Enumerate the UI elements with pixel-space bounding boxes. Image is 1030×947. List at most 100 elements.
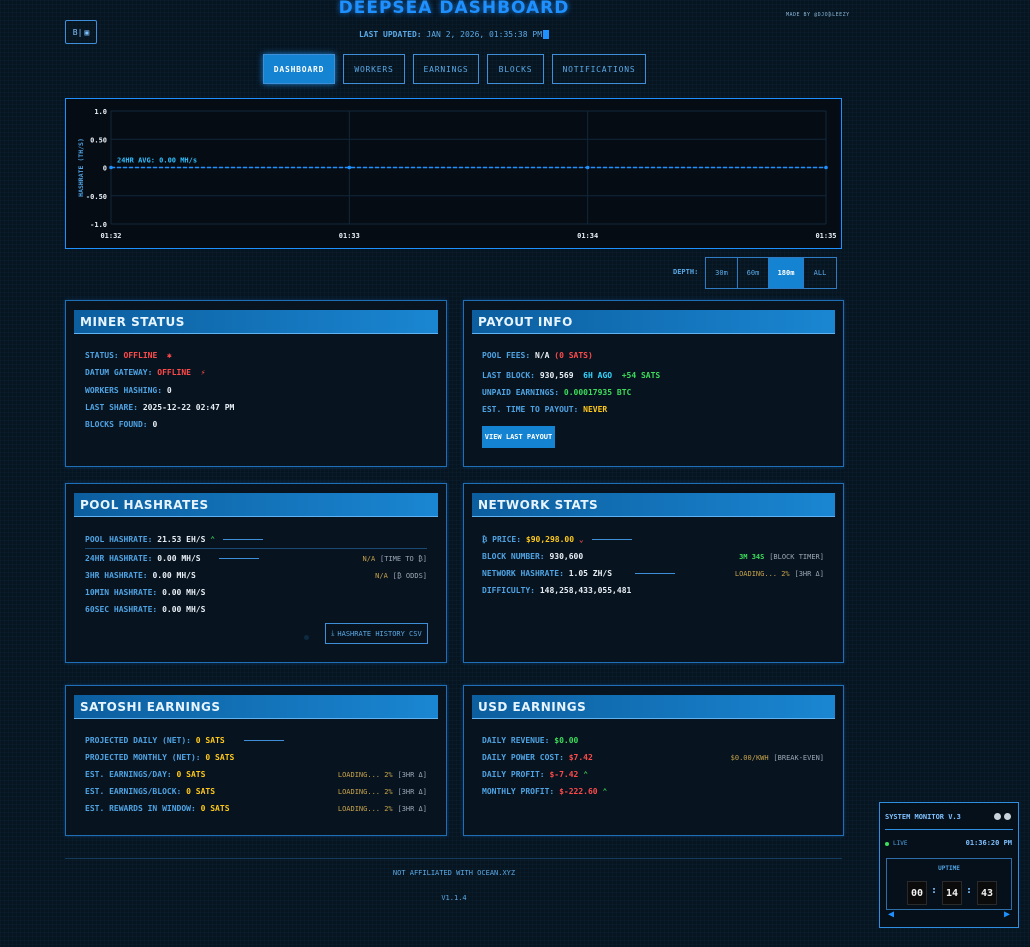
system-monitor-widget[interactable]: SYSTEM MONITOR V.3 LIVE 01:36:20 PM UPTI…	[879, 802, 1019, 928]
last-block-value: 930,569	[539, 371, 574, 380]
projected-monthly-value: 0 SATS	[205, 753, 235, 762]
pool-hashrate-sparkline	[223, 539, 264, 540]
depth-all-button[interactable]: ALL	[803, 257, 837, 289]
hashrate-24h-value: 0.00 MH/S	[157, 554, 201, 563]
uptime-minutes: 14	[942, 881, 962, 905]
hashrate-chart: 1.0 0.50 0 -0.50 -1.0 01:32 01:33 01:34 01:35 HAS…	[65, 98, 842, 249]
datum-gateway-label: DATUM GATEWAY:	[85, 368, 153, 377]
pool-hashrates-title: POOL HASHRATES	[74, 493, 438, 517]
network-hashrate-value: 1.05 ZH/S	[568, 569, 613, 578]
btc-price-value: $90,298.00	[525, 535, 575, 544]
offline-indicator-icon: ✱	[162, 351, 172, 360]
trend-up-icon: ⌃	[602, 787, 608, 796]
avg-annotation: 24HR AVG: 0.00 MH/s	[117, 157, 197, 165]
earnings-per-day-value: 0 SATS	[176, 770, 206, 779]
x-tick-label: 01:35	[815, 232, 836, 240]
last-block-label: LAST BLOCK:	[482, 371, 535, 380]
download-icon: ⤓	[331, 629, 335, 637]
payout-info-card: PAYOUT INFO POOL FEES: N/A (0 SATS) LAST…	[463, 300, 844, 467]
view-last-payout-button[interactable]: VIEW LAST PAYOUT	[482, 426, 555, 448]
power-cost-label: DAILY POWER COST:	[482, 753, 564, 762]
payout-info-title: PAYOUT INFO	[472, 310, 835, 334]
tab-blocks[interactable]: BLOCKS	[487, 54, 544, 84]
monthly-profit-value: $-222.60	[559, 787, 598, 796]
close-icon[interactable]	[1004, 813, 1011, 820]
blocks-found-label: BLOCKS FOUND:	[85, 420, 148, 429]
time-to-block-value: N/A	[362, 555, 376, 563]
colon: :	[966, 885, 973, 896]
network-loading: LOADING... 2%	[734, 570, 790, 578]
per-block-loading: LOADING... 2%	[337, 788, 393, 796]
tab-earnings[interactable]: EARNINGS	[413, 54, 479, 84]
earnings-per-day-label: EST. EARNINGS/DAY:	[85, 770, 172, 779]
y-axis-label: HASHRATE (TH/S)	[77, 138, 85, 197]
hashrate-csv-button[interactable]: ⤓ HASHRATE HISTORY CSV	[325, 623, 428, 644]
pool-hashrate-label: POOL HASHRATE:	[85, 535, 153, 544]
unpaid-earnings-value: 0.00017935 BTC	[563, 388, 632, 397]
hashrate-60s-value: 0.00 MH/S	[162, 605, 206, 614]
minimize-icon[interactable]	[994, 813, 1001, 820]
status-label: STATUS:	[85, 351, 119, 360]
hashrate-3h-label: 3HR HASHRATE:	[85, 571, 148, 580]
tab-notifications[interactable]: NOTIFICATIONS	[552, 54, 646, 84]
y-tick-label: 0	[103, 165, 107, 173]
hashrate-3h-value: 0.00 MH/S	[152, 571, 196, 580]
per-day-delta: [3HR Δ]	[397, 771, 427, 779]
network-hashrate-label: NETWORK HASHRATE:	[482, 569, 564, 578]
divider	[885, 829, 1013, 830]
daily-revenue-value: $0.00	[554, 736, 579, 745]
depth-30m-button[interactable]: 30m	[705, 257, 738, 289]
pool-fees-value: N/A	[535, 351, 550, 360]
hashrate-10m-label: 10MIN HASHRATE:	[85, 588, 158, 597]
disconnected-icon: ⚡	[195, 368, 206, 377]
payout-eta-label: EST. TIME TO PAYOUT:	[482, 405, 579, 414]
hashrate-24h-label: 24HR HASHRATE:	[85, 554, 153, 563]
x-tick-label: 01:32	[100, 232, 121, 240]
power-cost-value: $7.42	[568, 753, 593, 762]
tab-dashboard[interactable]: DASHBOARD	[263, 54, 335, 84]
status-dot	[304, 635, 309, 640]
network-stats-title: NETWORK STATS	[472, 493, 835, 517]
terminal-cursor	[543, 30, 550, 39]
trend-down-icon: ⌄	[578, 535, 584, 544]
datum-gateway-value: OFFLINE	[157, 368, 191, 377]
data-point	[109, 165, 113, 170]
depth-180m-button[interactable]: 180m	[768, 257, 804, 289]
block-odds-label: [₿ ODDS]	[392, 572, 427, 580]
depth-label: DEPTH:	[673, 268, 699, 276]
satoshi-earnings-title: SATOSHI EARNINGS	[74, 695, 438, 719]
prev-arrow-icon[interactable]: ◀	[888, 909, 894, 920]
trend-up-icon: ⌃	[583, 770, 589, 779]
projected-monthly-label: PROJECTED MONTHLY (NET):	[85, 753, 201, 762]
difficulty-label: DIFFICULTY:	[482, 586, 535, 595]
miner-status-card: MINER STATUS STATUS: OFFLINE ✱ DATUM GAT…	[65, 300, 447, 467]
page-title: DEEPSEA DASHBOARD	[338, 0, 570, 18]
last-block-ago: 6H AGO	[583, 371, 613, 380]
tab-workers[interactable]: WORKERS	[343, 54, 405, 84]
workers-hashing-value: 0	[166, 386, 172, 395]
data-point	[585, 165, 590, 170]
break-even-label: [BREAK-EVEN]	[773, 754, 824, 762]
unpaid-earnings-label: UNPAID EARNINGS:	[482, 388, 560, 397]
footer-version: V1.1.4	[441, 894, 467, 902]
difficulty-value: 148,258,433,055,481	[539, 586, 632, 595]
pool-fees-sats: (0 SATS)	[554, 351, 593, 360]
per-day-loading: LOADING... 2%	[337, 771, 393, 779]
workers-hashing-label: WORKERS HASHING:	[85, 386, 163, 395]
footer-divider	[65, 858, 842, 859]
last-updated-value: JAN 2, 2026, 01:35:38 PM	[426, 30, 543, 39]
block-number-value: 930,600	[549, 552, 584, 561]
y-tick-label: 0.50	[90, 136, 107, 144]
trend-up-icon: ⌃	[210, 535, 216, 544]
live-dot-icon	[885, 841, 889, 846]
depth-60m-button[interactable]: 60m	[737, 257, 769, 289]
next-arrow-icon[interactable]: ▶	[1004, 909, 1010, 920]
system-monitor-title: SYSTEM MONITOR V.3	[885, 813, 961, 821]
earnings-per-block-value: 0 SATS	[186, 787, 216, 796]
blocks-found-value: 0	[152, 420, 158, 429]
live-label: LIVE	[893, 840, 908, 847]
block-timer-label: [BLOCK TIMER]	[769, 553, 824, 561]
rewards-window-label: EST. REWARDS IN WINDOW:	[85, 804, 196, 813]
btc-price-sparkline	[591, 539, 632, 540]
uptime-label: UPTIME	[938, 865, 960, 872]
